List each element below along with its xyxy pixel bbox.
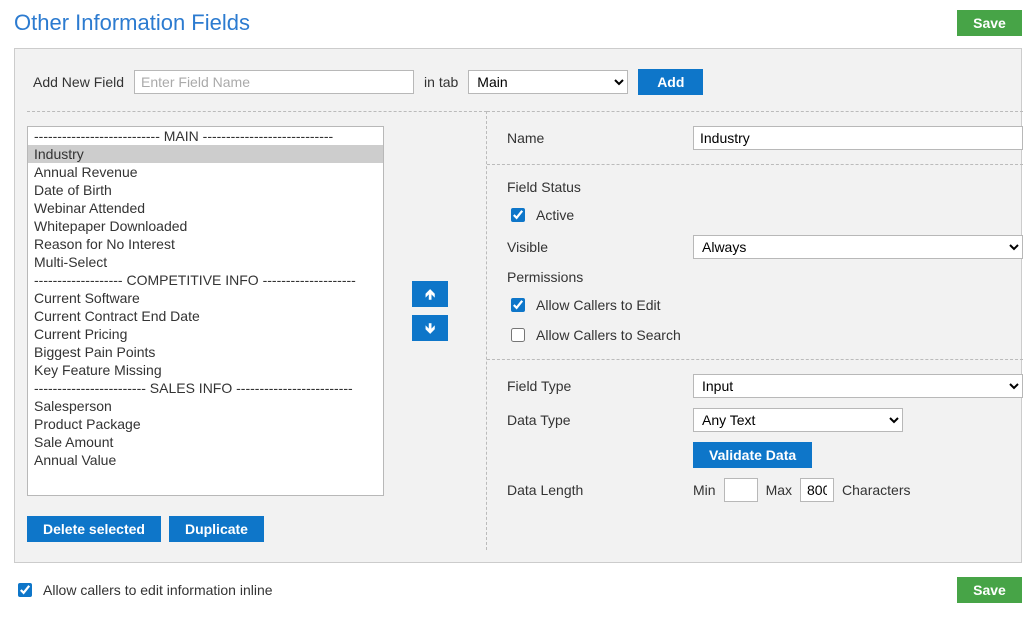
max-input[interactable] — [800, 478, 834, 502]
data-type-select[interactable]: Any Text — [693, 408, 903, 432]
move-up-button[interactable]: 🡹 — [412, 281, 448, 307]
active-checkbox[interactable] — [511, 208, 525, 222]
add-button[interactable]: Add — [638, 69, 703, 95]
arrow-up-icon: 🡹 — [425, 287, 435, 301]
data-length-label: Data Length — [507, 482, 693, 498]
fields-listbox[interactable]: --------------------------- MAIN -------… — [27, 126, 384, 496]
duplicate-button[interactable]: Duplicate — [169, 516, 264, 542]
max-label: Max — [766, 482, 792, 498]
active-label: Active — [536, 207, 574, 223]
field-name-input[interactable] — [693, 126, 1023, 150]
permissions-heading: Permissions — [507, 269, 1023, 285]
list-item[interactable]: Reason for No Interest — [28, 235, 383, 253]
allow-edit-checkbox[interactable] — [511, 298, 525, 312]
field-type-select[interactable]: Input — [693, 374, 1023, 398]
list-item[interactable]: Industry — [28, 145, 383, 163]
min-label: Min — [693, 482, 716, 498]
list-item[interactable]: Salesperson — [28, 397, 383, 415]
page-title: Other Information Fields — [14, 10, 250, 36]
tab-select[interactable]: Main — [468, 70, 628, 94]
list-item[interactable]: Annual Value — [28, 451, 383, 469]
add-field-label: Add New Field — [33, 74, 124, 90]
list-item[interactable]: Biggest Pain Points — [28, 343, 383, 361]
list-item[interactable]: Product Package — [28, 415, 383, 433]
field-status-heading: Field Status — [507, 179, 1023, 195]
list-item[interactable]: Current Contract End Date — [28, 307, 383, 325]
allow-search-checkbox[interactable] — [511, 328, 525, 342]
list-item[interactable]: ------------------- COMPETITIVE INFO ---… — [28, 271, 383, 289]
visible-label: Visible — [507, 239, 693, 255]
list-item[interactable]: Date of Birth — [28, 181, 383, 199]
validate-data-button[interactable]: Validate Data — [693, 442, 812, 468]
list-item[interactable]: --------------------------- MAIN -------… — [28, 127, 383, 145]
list-item[interactable]: Annual Revenue — [28, 163, 383, 181]
inline-edit-checkbox[interactable] — [18, 583, 32, 597]
in-tab-label: in tab — [424, 74, 458, 90]
list-item[interactable]: Sale Amount — [28, 433, 383, 451]
arrow-down-icon: 🡻 — [425, 321, 435, 335]
visible-select[interactable]: Always — [693, 235, 1023, 259]
list-item[interactable]: Key Feature Missing — [28, 361, 383, 379]
allow-edit-label: Allow Callers to Edit — [536, 297, 661, 313]
save-button-bottom[interactable]: Save — [957, 577, 1022, 603]
list-item[interactable]: ------------------------ SALES INFO ----… — [28, 379, 383, 397]
chars-label: Characters — [842, 482, 910, 498]
list-item[interactable]: Multi-Select — [28, 253, 383, 271]
allow-search-label: Allow Callers to Search — [536, 327, 681, 343]
new-field-name-input[interactable] — [134, 70, 414, 94]
list-item[interactable]: Current Software — [28, 289, 383, 307]
list-item[interactable]: Webinar Attended — [28, 199, 383, 217]
list-item[interactable]: Whitepaper Downloaded — [28, 217, 383, 235]
main-config-panel: Add New Field in tab Main Add ----------… — [14, 48, 1022, 563]
move-down-button[interactable]: 🡻 — [412, 315, 448, 341]
list-item[interactable]: Current Pricing — [28, 325, 383, 343]
inline-edit-label: Allow callers to edit information inline — [43, 582, 273, 598]
add-field-row: Add New Field in tab Main Add — [27, 61, 1009, 111]
min-input[interactable] — [724, 478, 758, 502]
field-type-label: Field Type — [507, 378, 693, 394]
name-label: Name — [507, 130, 693, 146]
delete-selected-button[interactable]: Delete selected — [27, 516, 161, 542]
save-button-top[interactable]: Save — [957, 10, 1022, 36]
data-type-label: Data Type — [507, 412, 693, 428]
